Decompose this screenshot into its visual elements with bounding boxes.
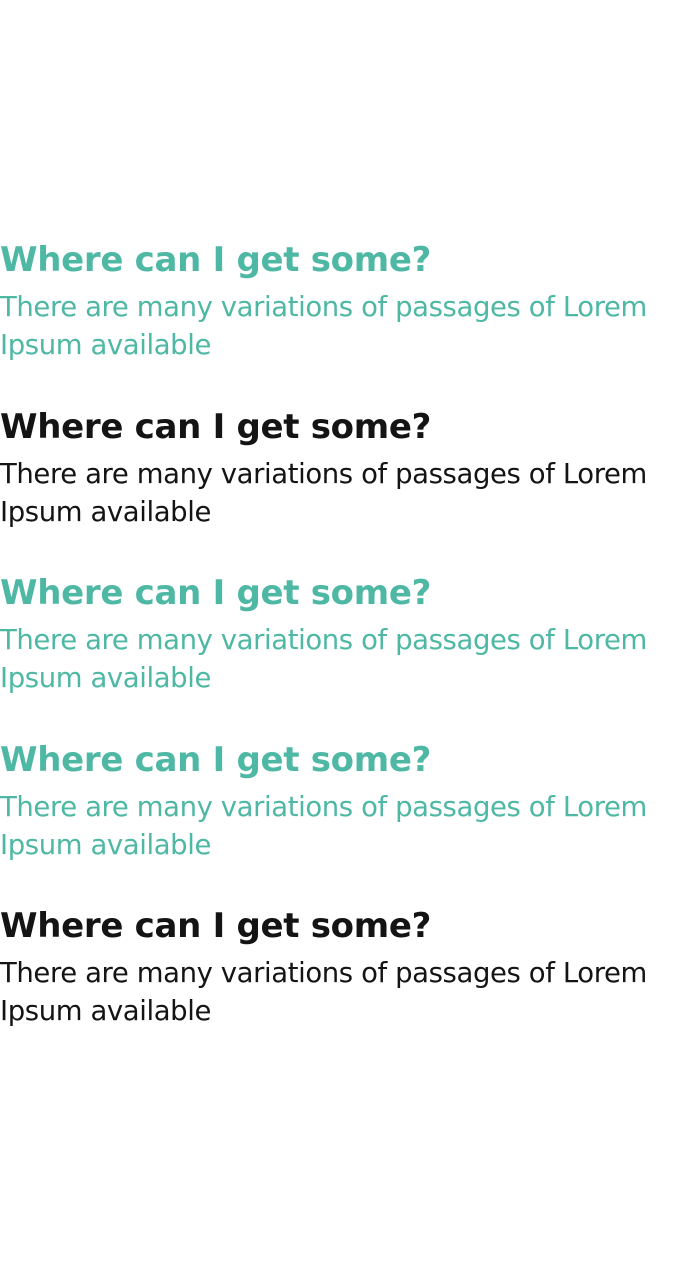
item-description: There are many variations of passages of… [0, 957, 647, 1027]
content-item-2: Where can I get some? There are many var… [0, 403, 686, 570]
item-heading: Where can I get some? [0, 739, 432, 780]
content-item-4: Where can I get some? There are many var… [0, 736, 686, 903]
item-description: There are many variations of passages of… [0, 624, 647, 694]
content-list: Where can I get some? There are many var… [0, 236, 686, 1069]
item-heading: Where can I get some? [0, 906, 432, 946]
item-description: There are many variations of passages of… [0, 457, 647, 528]
item-description: There are many variations of passages of… [0, 790, 647, 861]
item-heading: Where can I get some? [0, 240, 432, 280]
item-description: There are many variations of passages of… [0, 291, 647, 361]
item-heading: Where can I get some? [0, 406, 432, 447]
item-heading: Where can I get some? [0, 573, 432, 613]
content-item-5: Where can I get some? There are many var… [0, 902, 686, 1069]
content-item-1: Where can I get some? There are many var… [0, 236, 686, 403]
content-item-3: Where can I get some? There are many var… [0, 569, 686, 736]
